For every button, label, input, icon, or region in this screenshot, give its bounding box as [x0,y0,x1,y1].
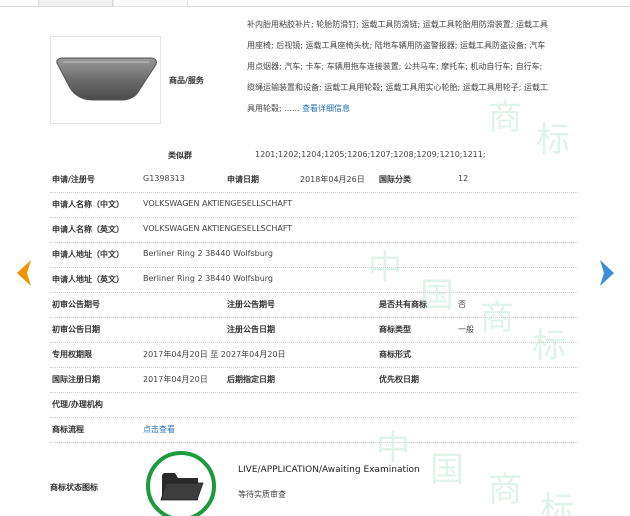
goods-services-label: 商品/服务 [169,76,204,85]
goods-line-text: 具用轮毂; ...... [247,104,300,113]
mark-type-label: 商标类型 [379,325,411,334]
arrow-left-icon[interactable] [13,258,33,288]
prelim-pub-date-label: 初审公告日期 [52,325,100,334]
applicant-en-value: VOLKSWAGEN AKTIENGESELLSCHAFT [143,224,293,233]
similar-groups-label: 类似群 [168,151,192,160]
process-label: 商标流程 [52,425,84,434]
reg-no-label: 申请/注册号 [52,175,95,184]
row-pub-no: 初审公告期号 注册公告期号 是否共有商标 否 [50,293,578,318]
trademark-image [50,36,161,124]
reg-pub-date-label: 注册公告日期 [227,325,275,334]
mark-form-label: 商标形式 [379,350,411,359]
later-designation-label: 后期指定日期 [227,375,275,384]
arrow-right-icon[interactable] [598,258,618,288]
row-agent: 代理/办理机构 [50,393,578,418]
address-cn-label: 申请人地址（中文） [52,250,124,259]
shared-mark-value: 否 [458,300,466,309]
address-en-label: 申请人地址（英文） [52,275,124,284]
row-registration: 申请/注册号 G1398313 申请日期 2018年04月26日 国际分类 12 [50,168,578,193]
shared-mark-label: 是否共有商标 [379,300,427,309]
reg-no-value: G1398313 [143,174,185,183]
goods-line: 补内胎用粘胶补片; 轮胎防滑钉; 运载工具防滑链; 运载工具轮胎用防滑装置; 运… [247,20,548,29]
address-cn-value: Berliner Ring 2 38440 Wolfsburg [143,249,273,258]
status-text-cn: 等待实质审查 [238,490,286,499]
agent-label: 代理/办理机构 [52,400,103,409]
row-pub-date: 初审公告日期 注册公告日期 商标类型 一般 [50,318,578,343]
status-text-en: LIVE/APPLICATION/Awaiting Examination [238,465,420,475]
applicant-cn-label: 申请人名称（中文） [52,200,124,209]
process-view-link[interactable]: 点击查看 [143,424,175,435]
row-address-cn: 申请人地址（中文） Berliner Ring 2 38440 Wolfsbur… [50,243,578,268]
watermark-glyph: 标 [540,490,574,516]
watermark-glyph: 商 [488,470,522,510]
row-address-en: 申请人地址（英文） Berliner Ring 2 38440 Wolfsbur… [50,268,578,293]
goods-line: 缆绳运输装置和设备; 运载工具用轮毂; 运载工具用实心轮胎; 运载工具用轮子; … [247,83,548,92]
goods-line: 用点烟器; 汽车; 卡车; 车辆用拖车连接装置; 公共马车; 摩托车; 机动自行… [247,62,543,71]
row-process: 商标流程 点击查看 [50,418,578,443]
watermark-glyph: 标 [536,120,570,160]
tab-primary[interactable] [38,0,113,7]
intl-reg-date-value: 2017年04月20日 [143,375,208,384]
status-badge [146,451,216,516]
goods-line: 用座椅; 后视镜; 运载工具座椅头枕; 陆地车辆用防盗警报器; 运载工具防盗设备… [247,41,546,50]
view-details-link[interactable]: 查看详细信息 [302,104,350,113]
priority-date-label: 优先权日期 [379,375,419,384]
goods-line-last: 具用轮毂; ...... 查看详细信息 [247,98,582,119]
exclusive-period-value: 2017年04月20日 至 2027年04月20日 [143,350,286,359]
prelim-pub-no-label: 初审公告期号 [52,300,100,309]
goods-services-list: 补内胎用粘胶补片; 轮胎防滑钉; 运载工具防滑链; 运载工具轮胎用防滑装置; 运… [247,14,582,119]
row-intl-reg: 国际注册日期 2017年04月20日 后期指定日期 优先权日期 [50,368,578,393]
similar-groups-value: 1201;1202;1204;1205;1206;1207;1208;1209;… [255,150,486,159]
row-exclusive-period: 专用权期限 2017年04月20日 至 2027年04月20日 商标形式 [50,343,578,368]
exclusive-period-label: 专用权期限 [52,350,92,359]
intl-reg-date-label: 国际注册日期 [52,375,100,384]
status-icon-label: 商标状态图标 [50,483,98,492]
watermark-glyph: 国 [430,450,464,490]
app-date-value: 2018年04月26日 [300,175,365,184]
mark-type-value: 一般 [458,325,474,334]
trademark-shape-icon [56,57,157,101]
applicant-cn-value: VOLKSWAGEN AKTIENGESELLSCHAFT [143,199,293,208]
row-applicant-cn: 申请人名称（中文） VOLKSWAGEN AKTIENGESELLSCHAFT [50,193,578,218]
app-date-label: 申请日期 [227,175,259,184]
applicant-en-label: 申请人名称（英文） [52,225,124,234]
row-applicant-en: 申请人名称（英文） VOLKSWAGEN AKTIENGESELLSCHAFT [50,218,578,243]
folder-icon [160,473,204,501]
address-en-value: Berliner Ring 2 38440 Wolfsburg [143,274,273,283]
intl-class-label: 国际分类 [379,175,411,184]
tab-secondary[interactable] [113,0,188,7]
tab-strip [0,0,630,7]
reg-pub-no-label: 注册公告期号 [227,300,275,309]
intl-class-value: 12 [458,174,469,183]
